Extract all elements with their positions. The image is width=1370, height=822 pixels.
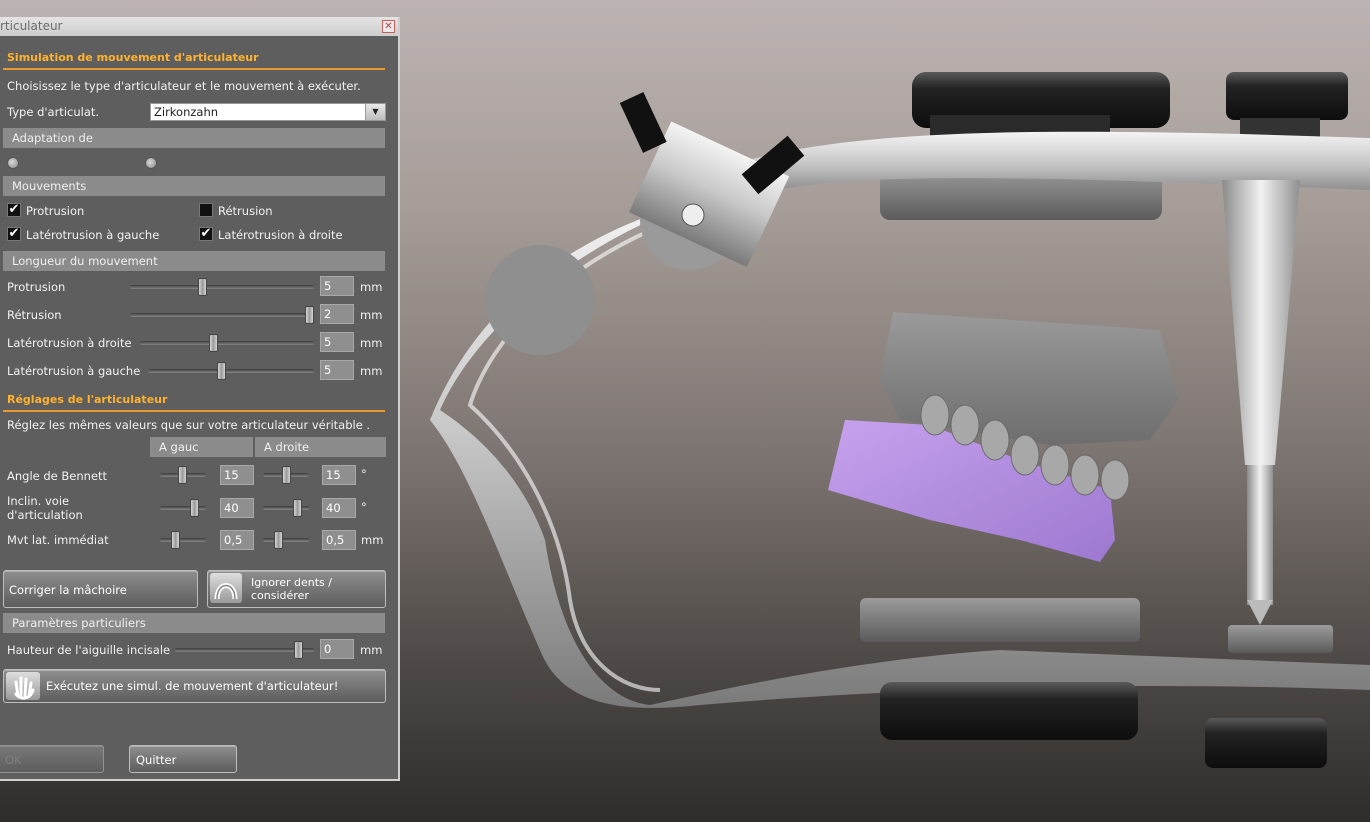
inclination-left-slider[interactable] [160,506,206,510]
checkbox-laterotrusion-left[interactable]: ✔ [7,227,21,241]
adaptation-radio-2[interactable] [145,157,157,169]
inclination-left-slider-thumb[interactable] [190,499,199,517]
mm-unit: mm [361,533,384,547]
reglages-instructions: Réglez les mêmes valeurs que sur votre a… [7,418,371,432]
chevron-down-icon[interactable]: ▼ [365,104,385,120]
unit-label: mm [360,336,383,350]
pin-height-label: Hauteur de l'aiguille incisale [7,643,171,657]
length-protrusion-slider[interactable] [130,285,314,289]
column-header-left: A gauc [150,437,253,457]
mm-unit: mm [360,643,383,657]
inclination-right-input[interactable]: 40 [322,498,356,518]
checkbox-retrusion-label: Rétrusion [218,204,273,218]
bennett-angle-label: Angle de Bennett [7,469,108,483]
window-title: rticulateur [0,19,63,33]
run-simulation-button[interactable]: Exécutez une simul. de mouvement d'artic… [3,669,386,703]
length-retrusion-slider-thumb[interactable] [305,306,314,324]
checkbox-laterotrusion-left-label: Latérotrusion à gauche [26,228,160,242]
group-longueur: Longueur du mouvement [3,251,385,271]
incisal-pin [1222,180,1300,625]
unit-label: mm [360,364,383,378]
immediate-left-input[interactable]: 0,5 [220,530,254,550]
correct-jaw-label: Corriger la mâchoire [9,583,127,597]
articulator-type-select[interactable]: Zirkonzahn ▼ [150,103,386,121]
inclination-label-2: d'articulation [7,508,83,522]
degree-unit: ° [361,467,367,481]
inclination-right-slider-thumb[interactable] [293,499,302,517]
pin-height-input[interactable]: 0 [320,639,354,659]
length-protrusion-slider-thumb[interactable] [198,278,208,296]
checkbox-retrusion[interactable] [199,203,213,217]
pin-height-slider-thumb[interactable] [293,641,303,659]
length-laterotrusion-right-slider[interactable] [140,341,314,345]
length-laterotrusion-left-slider-thumb[interactable] [217,362,227,380]
section-divider [3,410,385,412]
length-laterotrusion-right-input[interactable]: 5 [320,332,354,352]
group-parametres: Paramètres particuliers [3,613,385,633]
length-retrusion-input[interactable]: 2 [320,304,354,324]
inclination-label: Inclin. voie [7,494,70,508]
checkbox-laterotrusion-right-label: Latérotrusion à droite [218,228,343,242]
title-bar[interactable]: rticulateur ✕ [0,17,398,36]
unit-label: mm [360,280,383,294]
incisal-table [1228,625,1333,653]
lower-base-plate [860,598,1140,642]
checkbox-laterotrusion-right[interactable]: ✔ [199,227,213,241]
close-icon[interactable]: ✕ [382,20,395,33]
adaptation-radio-1[interactable] [7,157,19,169]
bennett-right-input[interactable]: 15 [322,465,356,485]
inclination-right-slider[interactable] [263,506,309,510]
length-retrusion-slider[interactable] [130,313,314,317]
length-laterotrusion-right-label: Latérotrusion à droite [7,336,132,350]
length-protrusion-label: Protrusion [7,280,66,294]
bennett-left-input[interactable]: 15 [220,465,254,485]
run-simulation-label: Exécutez une simul. de mouvement d'artic… [46,679,339,693]
checkbox-protrusion-label: Protrusion [26,204,85,218]
section-divider [3,68,385,70]
length-laterotrusion-right-slider-thumb[interactable] [209,334,219,352]
instructions-text: Choisissez le type d'articulateur et le … [7,79,361,93]
unit-label: mm [360,308,383,322]
ignore-teeth-button[interactable]: Ignorer dents / considérer [207,570,386,608]
length-laterotrusion-left-input[interactable]: 5 [320,360,354,380]
ignore-teeth-label-2: considérer [251,589,309,602]
immediate-left-slider[interactable] [160,538,206,542]
immediate-left-slider-thumb[interactable] [171,531,180,549]
length-retrusion-label: Rétrusion [7,308,62,322]
articulator-dialog: rticulateur ✕ Simulation de mouvement d'… [0,17,400,781]
group-mouvements: Mouvements [3,176,385,196]
lower-front-knob [1205,718,1327,768]
dental-model [828,312,1178,562]
bennett-right-slider-thumb[interactable] [282,466,291,484]
correct-jaw-button[interactable]: Corriger la mâchoire [3,570,198,608]
quit-button[interactable]: Quitter [129,745,237,773]
ignore-teeth-label: Ignorer dents / [251,576,332,589]
checkbox-protrusion[interactable]: ✔ [7,203,21,217]
lower-rear-knob [880,682,1138,740]
section-title-simulation: Simulation de mouvement d'articulateur [7,51,259,64]
length-laterotrusion-left-slider[interactable] [148,369,314,373]
immediate-lateral-label: Mvt lat. immédiat [7,533,109,547]
quit-label: Quitter [136,753,177,767]
length-laterotrusion-left-label: Latérotrusion à gauche [7,364,141,378]
immediate-right-input[interactable]: 0,5 [322,530,356,550]
ok-button[interactable]: OK [0,745,104,773]
ok-label: OK [5,753,22,767]
dental-arch-icon [210,573,242,603]
condyle-mechanism [485,92,805,355]
hand-icon [6,672,40,700]
articulator-type-value: Zirkonzahn [154,105,219,119]
column-header-right: A droite [255,437,386,457]
inclination-left-input[interactable]: 40 [220,498,254,518]
articulator-type-label: Type d'articulat. [7,105,100,119]
section-title-reglages: Réglages de l'articulateur [7,393,168,406]
degree-unit: ° [361,500,367,514]
immediate-right-slider[interactable] [263,538,309,542]
length-protrusion-input[interactable]: 5 [320,276,354,296]
group-adaptation: Adaptation de [3,128,385,148]
bennett-left-slider-thumb[interactable] [178,466,187,484]
immediate-right-slider-thumb[interactable] [274,531,283,549]
